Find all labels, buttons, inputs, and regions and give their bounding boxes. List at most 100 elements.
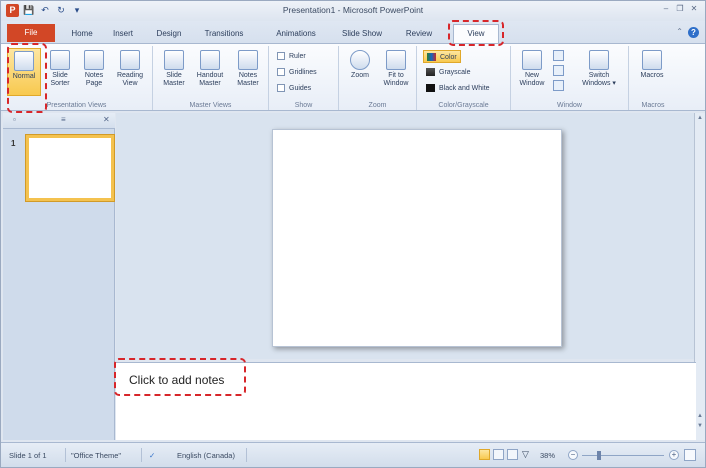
reading-view-status-button[interactable] xyxy=(507,449,518,460)
scroll-up-icon[interactable]: ▲ xyxy=(696,114,704,122)
zoom-slider-thumb[interactable] xyxy=(597,451,601,460)
notes-page-button[interactable]: Notes Page xyxy=(77,48,111,96)
notes-master-button[interactable]: Notes Master xyxy=(231,48,265,96)
powerpoint-window: P 💾 ↶ ↻ ▾ Presentation1 - Microsoft Powe… xyxy=(0,0,706,468)
ruler-checkbox[interactable]: Ruler xyxy=(277,50,306,63)
dropdown-arrow-icon: ▾ xyxy=(612,80,616,87)
slide-number: 1 xyxy=(11,139,16,148)
black-white-button[interactable]: Black and White xyxy=(426,82,490,95)
grayscale-button[interactable]: Grayscale xyxy=(426,66,471,79)
arrange-all-icon[interactable] xyxy=(553,50,564,61)
slide-sorter-status-button[interactable] xyxy=(493,449,504,460)
new-window-icon xyxy=(522,50,542,70)
reading-view-button[interactable]: Reading View xyxy=(113,48,147,96)
title-bar: P 💾 ↶ ↻ ▾ Presentation1 - Microsoft Powe… xyxy=(1,1,705,21)
highlight-normal-button xyxy=(7,43,47,113)
group-label: Show xyxy=(294,102,313,109)
slide-sorter-button[interactable]: Slide Sorter xyxy=(43,48,77,96)
fit-to-window-button[interactable]: Fit to Window xyxy=(379,48,413,96)
color-swatch-icon xyxy=(427,53,436,62)
tab-home[interactable]: Home xyxy=(63,26,101,42)
zoom-slider[interactable] xyxy=(582,455,664,456)
window-controls: – ❐ ✕ xyxy=(661,4,699,14)
checkbox-icon xyxy=(277,68,285,77)
tab-transitions[interactable]: Transitions xyxy=(197,26,251,42)
tab-insert[interactable]: Insert xyxy=(105,26,141,42)
minimize-ribbon-icon[interactable]: ⌃ xyxy=(676,27,683,36)
slides-tab-icon[interactable]: ▫ xyxy=(13,115,16,124)
group-label: Macros xyxy=(641,102,665,109)
group-macros: Macros Macros xyxy=(629,46,677,110)
ribbon-view: Normal Slide Sorter Notes Page Reading V… xyxy=(1,43,705,111)
switch-windows-icon xyxy=(589,50,609,70)
highlight-view-tab xyxy=(448,20,504,46)
slides-outline-tabs: ▫ ≡ ✕ xyxy=(3,113,115,129)
divider xyxy=(65,448,66,462)
slides-pane: ▫ ≡ ✕ 1 xyxy=(3,113,115,440)
restore-icon[interactable]: ❐ xyxy=(675,4,685,14)
minimize-icon[interactable]: – xyxy=(661,4,671,14)
zoom-level[interactable]: 38% xyxy=(540,451,555,460)
group-master-views: Slide Master Handout Master Notes Master… xyxy=(153,46,269,110)
tab-slide-show[interactable]: Slide Show xyxy=(337,26,387,42)
slide-editing-area xyxy=(116,113,696,359)
outline-tab-icon[interactable]: ≡ xyxy=(61,115,66,124)
arrange-icons xyxy=(553,50,567,91)
tab-file[interactable]: File xyxy=(7,24,55,42)
slide-counter: Slide 1 of 1 xyxy=(9,451,47,460)
reading-view-icon xyxy=(120,50,140,70)
new-window-button[interactable]: New Window xyxy=(515,48,549,96)
slide-master-icon xyxy=(164,50,184,70)
checkbox-icon xyxy=(277,84,285,93)
black-white-swatch-icon xyxy=(426,84,435,93)
fit-slide-icon[interactable] xyxy=(684,449,696,461)
help-icon[interactable]: ? xyxy=(688,27,699,38)
language[interactable]: English (Canada) xyxy=(177,451,235,460)
zoom-in-icon[interactable]: + xyxy=(669,450,679,460)
macros-icon xyxy=(642,50,662,70)
previous-slide-icon[interactable]: ▲ xyxy=(696,412,704,420)
zoom-button[interactable]: Zoom xyxy=(343,48,377,96)
slide-canvas[interactable] xyxy=(272,129,562,347)
slide-sorter-icon xyxy=(50,50,70,70)
theme-name: "Office Theme" xyxy=(71,451,122,460)
normal-view-status-button[interactable] xyxy=(479,449,490,460)
tab-review[interactable]: Review xyxy=(399,26,439,42)
window-title: Presentation1 - Microsoft PowerPoint xyxy=(282,5,424,15)
handout-master-button[interactable]: Handout Master xyxy=(193,48,227,96)
notes-page-icon xyxy=(84,50,104,70)
close-icon[interactable]: ✕ xyxy=(689,4,699,14)
move-split-icon[interactable] xyxy=(553,80,564,91)
tab-design[interactable]: Design xyxy=(149,26,189,42)
group-color-grayscale: Color Grayscale Black and White Color/Gr… xyxy=(417,46,511,110)
group-window: New Window Switch Windows ▾ Window xyxy=(511,46,629,110)
slide-thumbnail[interactable] xyxy=(26,135,114,201)
next-slide-icon[interactable]: ▼ xyxy=(696,422,704,430)
group-label: Color/Grayscale xyxy=(438,102,489,109)
tab-animations[interactable]: Animations xyxy=(269,26,323,42)
guides-checkbox[interactable]: Guides xyxy=(277,82,311,95)
group-label: Zoom xyxy=(368,102,387,109)
spell-check-icon[interactable]: ✓ xyxy=(149,451,155,460)
highlight-notes-placeholder xyxy=(114,358,246,396)
group-zoom: Zoom Fit to Window Zoom xyxy=(339,46,417,110)
notes-master-icon xyxy=(238,50,258,70)
color-button[interactable]: Color xyxy=(423,50,461,63)
fit-to-window-icon xyxy=(386,50,406,70)
status-bar: Slide 1 of 1 "Office Theme" ✓ English (C… xyxy=(1,442,705,467)
close-pane-icon[interactable]: ✕ xyxy=(103,115,110,124)
magnifier-icon xyxy=(350,50,370,70)
gridlines-checkbox[interactable]: Gridlines xyxy=(277,66,317,79)
slide-show-icon[interactable]: ▽ xyxy=(522,449,529,460)
zoom-out-icon[interactable]: − xyxy=(568,450,578,460)
macros-button[interactable]: Macros xyxy=(635,48,669,96)
divider xyxy=(246,448,247,462)
cascade-icon[interactable] xyxy=(553,65,564,76)
checkbox-icon xyxy=(277,52,285,61)
divider xyxy=(141,448,142,462)
switch-windows-button[interactable]: Switch Windows ▾ xyxy=(577,48,621,96)
slide-master-button[interactable]: Slide Master xyxy=(157,48,191,96)
handout-master-icon xyxy=(200,50,220,70)
group-label: Master Views xyxy=(189,102,232,109)
ribbon-tabs: File Home Insert Design Transitions Anim… xyxy=(1,21,705,43)
